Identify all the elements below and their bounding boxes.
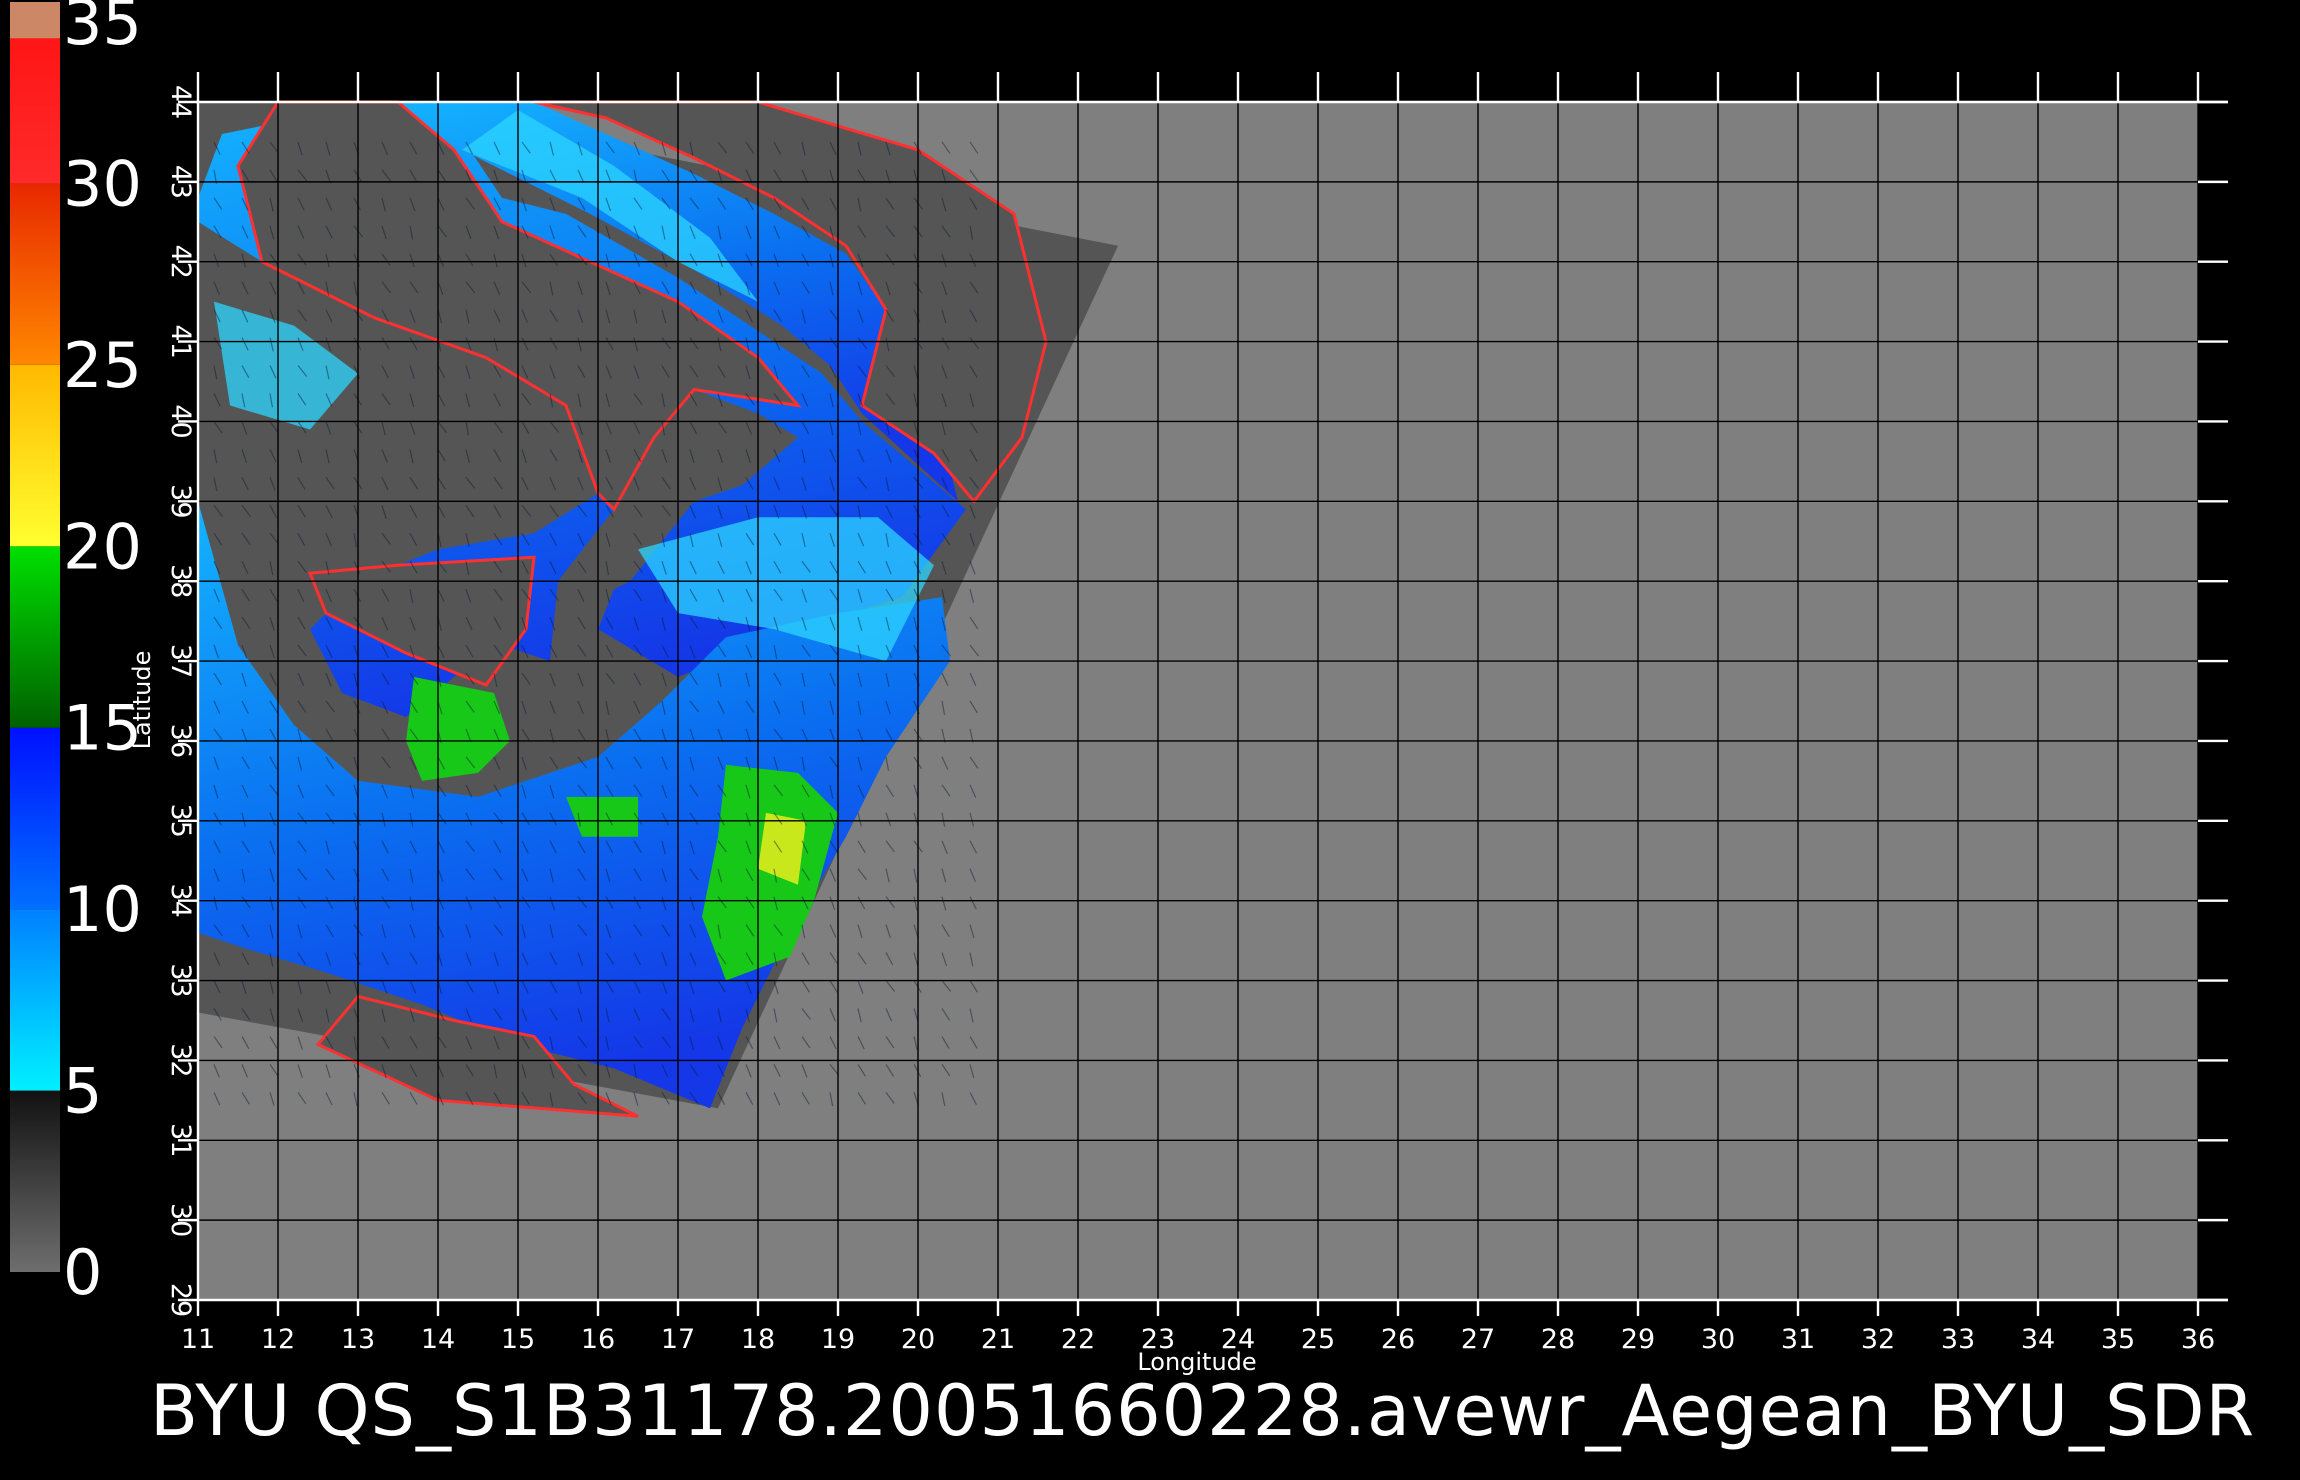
longitude-tick-label: 29 — [1621, 1324, 1655, 1355]
latitude-tick-label: 37 — [165, 644, 196, 678]
colorbar-segment — [10, 909, 60, 1091]
latitude-tick-label: 43 — [165, 165, 196, 199]
y-axis-title: Latitude — [128, 651, 156, 750]
latitude-tick-labels: 29 30 31 32 33 34 35 36 37 38 39 40 41 42 43 44 — [165, 85, 196, 1317]
colorbar-label: 35 — [63, 0, 142, 59]
latitude-tick-label: 29 — [165, 1283, 196, 1317]
longitude-tick-label: 32 — [1861, 1324, 1895, 1355]
longitude-tick-label: 34 — [2021, 1324, 2055, 1355]
colorbar-segment — [10, 1090, 60, 1272]
colorbar-label: 20 — [63, 510, 142, 583]
latitude-tick-label: 39 — [165, 484, 196, 518]
latitude-tick-label: 38 — [165, 564, 196, 598]
wind-map-figure: 05101520253035 11 12 13 14 15 16 17 18 19 20 21 22 2… — [10, 0, 2255, 1452]
longitude-tick-label: 21 — [981, 1324, 1015, 1355]
longitude-tick-label: 25 — [1301, 1324, 1335, 1355]
longitude-tick-label: 16 — [581, 1324, 615, 1355]
colorbar-label: 5 — [63, 1055, 102, 1128]
longitude-tick-label: 27 — [1461, 1324, 1495, 1355]
latitude-tick-label: 33 — [165, 963, 196, 997]
colorbar-segment — [10, 183, 60, 365]
latitude-tick-label: 32 — [165, 1043, 196, 1077]
latitude-tick-label: 30 — [165, 1203, 196, 1237]
longitude-tick-label: 31 — [1781, 1324, 1815, 1355]
longitude-tick-label: 26 — [1381, 1324, 1415, 1355]
latitude-tick-label: 41 — [165, 324, 196, 358]
latitude-tick-label: 34 — [165, 883, 196, 917]
colorbar-segment — [10, 2, 60, 39]
colorbar-label: 25 — [63, 329, 142, 402]
longitude-tick-label: 20 — [901, 1324, 935, 1355]
latitude-tick-label: 42 — [165, 245, 196, 279]
latitude-tick-label: 40 — [165, 404, 196, 438]
latitude-tick-label: 35 — [165, 804, 196, 838]
latitude-tick-label: 44 — [165, 85, 196, 119]
longitude-tick-label: 35 — [2101, 1324, 2135, 1355]
latitude-tick-label: 31 — [165, 1123, 196, 1157]
longitude-tick-label: 14 — [421, 1324, 455, 1355]
colorbar-segment — [10, 546, 60, 728]
colorbar-segment — [10, 364, 60, 547]
colorbar-segment — [10, 727, 60, 910]
longitude-tick-label: 36 — [2181, 1324, 2215, 1355]
longitude-tick-label: 11 — [181, 1324, 215, 1355]
colorbar-label: 10 — [63, 873, 142, 946]
longitude-tick-label: 15 — [501, 1324, 535, 1355]
longitude-tick-label: 33 — [1941, 1324, 1975, 1355]
longitude-tick-label: 22 — [1061, 1324, 1095, 1355]
product-filename: BYU QS_S1B31178.20051660228.avewr_Aegean… — [150, 1370, 2255, 1452]
wind-speed-colorbar — [10, 2, 60, 1272]
longitude-tick-label: 17 — [661, 1324, 695, 1355]
colorbar-label: 0 — [63, 1236, 102, 1309]
longitude-tick-label: 30 — [1701, 1324, 1735, 1355]
longitude-tick-label: 19 — [821, 1324, 855, 1355]
latitude-tick-label: 36 — [165, 724, 196, 758]
colorbar-label: 30 — [63, 147, 142, 220]
longitude-tick-label: 18 — [741, 1324, 775, 1355]
longitude-tick-label: 13 — [341, 1324, 375, 1355]
map-area — [178, 72, 2228, 1316]
longitude-tick-label: 12 — [261, 1324, 295, 1355]
longitude-tick-label: 28 — [1541, 1324, 1575, 1355]
